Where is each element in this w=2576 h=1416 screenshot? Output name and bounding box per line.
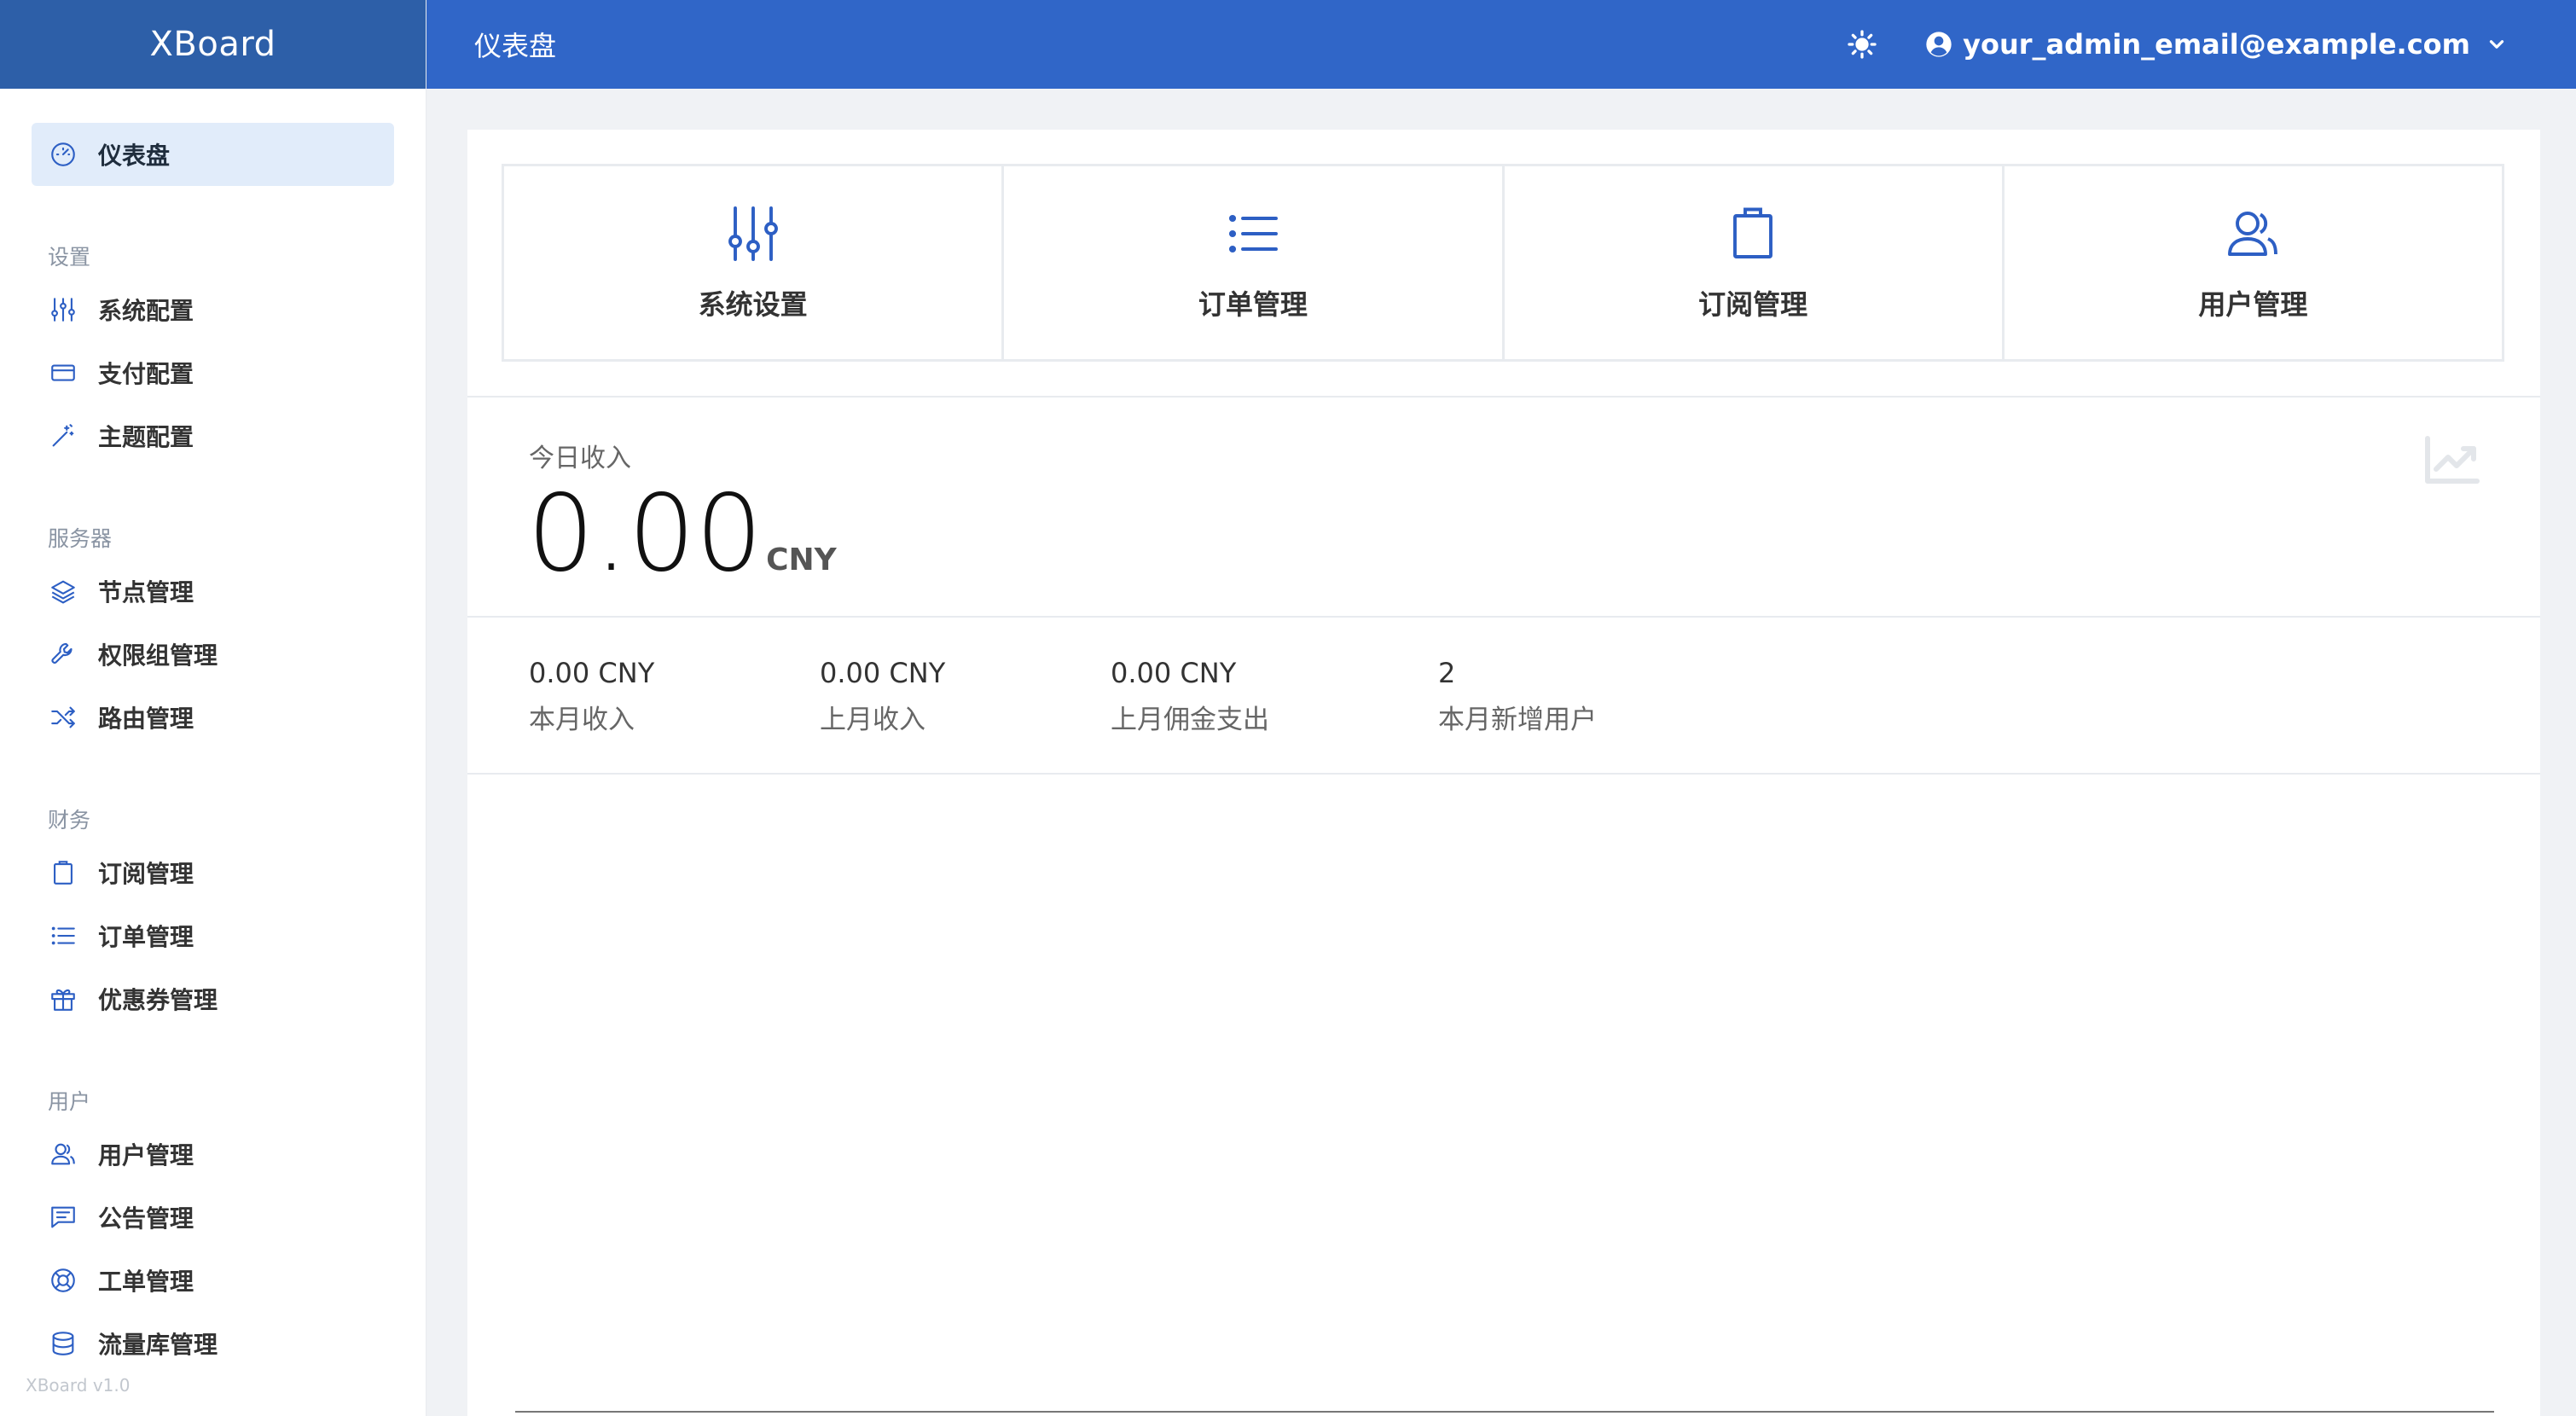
sidebar-item-label: 权限组管理 <box>98 641 218 670</box>
page-title: 仪表盘 <box>474 30 557 62</box>
divider <box>467 773 2540 775</box>
chat-icon <box>49 1203 78 1232</box>
tile-label: 订单管理 <box>1198 288 1308 321</box>
list-icon <box>49 921 78 950</box>
sidebar-item-system-config[interactable]: 系统配置 <box>32 278 394 341</box>
stat-label: 上月收入 <box>820 705 925 735</box>
gift-icon <box>49 984 78 1013</box>
sidebar-item-dashboard[interactable]: 仪表盘 <box>32 123 394 186</box>
tile-label: 用户管理 <box>2198 288 2308 321</box>
sidebar-section-server: 服务器 <box>48 526 113 551</box>
tile-label: 订阅管理 <box>1698 288 1808 321</box>
sidebar-item-label: 仪表盘 <box>98 142 171 170</box>
sidebar-item-permission-groups[interactable]: 权限组管理 <box>32 623 394 686</box>
tile-system-settings[interactable]: 系统设置 <box>504 166 1005 359</box>
stat-value: 2 <box>1438 657 1456 689</box>
sidebar-item-label: 支付配置 <box>98 360 194 388</box>
stat-last-month-commission: 0.00 CNY 上月佣金支出 <box>1111 657 1269 736</box>
sidebar-item-label: 主题配置 <box>98 423 194 451</box>
tile-label: 系统设置 <box>698 288 808 321</box>
sidebar-item-announcements[interactable]: 公告管理 <box>32 1186 394 1249</box>
database-icon <box>49 1329 78 1358</box>
sidebar-item-label: 优惠券管理 <box>98 986 218 1014</box>
stat-new-users: 2 本月新增用户 <box>1438 657 1597 736</box>
user-circle-icon <box>1926 32 1952 57</box>
chevron-down-icon <box>2489 40 2504 49</box>
sidebar-item-users[interactable]: 用户管理 <box>32 1123 394 1186</box>
shuffle-icon <box>49 703 78 732</box>
version-footer: XBoard v1.0 <box>26 1375 131 1396</box>
sidebar-item-label: 订阅管理 <box>98 860 194 888</box>
wrench-icon <box>49 640 78 669</box>
lifebuoy-icon <box>49 1266 78 1295</box>
sidebar-item-label: 订单管理 <box>98 923 194 951</box>
sidebar-section-finance: 财务 <box>48 808 91 833</box>
sidebar-item-coupons[interactable]: 优惠券管理 <box>32 967 394 1030</box>
today-income-number: 0.00 <box>527 473 763 595</box>
sidebar-item-label: 系统配置 <box>98 297 194 325</box>
sidebar-item-label: 公告管理 <box>98 1204 194 1233</box>
sidebar-section-settings: 设置 <box>48 245 91 270</box>
sun-icon[interactable] <box>1847 29 1877 60</box>
sidebar-item-label: 用户管理 <box>98 1141 194 1169</box>
sidebar-item-traffic[interactable]: 流量库管理 <box>32 1312 394 1375</box>
magic-wand-icon <box>49 421 78 450</box>
quick-links: 系统设置 订单管理 订阅管理 用户管理 <box>502 164 2504 362</box>
user-menu[interactable]: your_admin_email@example.com <box>1925 28 2508 61</box>
sliders-icon <box>49 295 78 324</box>
sidebar-item-subscriptions[interactable]: 订阅管理 <box>32 841 394 904</box>
sidebar-nav: 仪表盘 设置 系统配置 支付配置 主题配置 服务器 节点管理 权限组管理 路由管… <box>0 89 426 1375</box>
stat-month-income: 0.00 CNY 本月收入 <box>529 657 654 736</box>
tile-subscriptions[interactable]: 订阅管理 <box>1505 166 2005 359</box>
user-email: your_admin_email@example.com <box>1963 28 2470 61</box>
stat-value: 0.00 CNY <box>1111 657 1237 689</box>
clipboard-icon <box>1733 207 1773 258</box>
clipboard-icon <box>49 858 78 887</box>
tile-orders[interactable]: 订单管理 <box>1004 166 1505 359</box>
stat-last-month-income: 0.00 CNY 上月收入 <box>820 657 945 736</box>
sidebar-item-tickets[interactable]: 工单管理 <box>32 1249 394 1312</box>
stat-value: 0.00 CNY <box>820 657 946 689</box>
divider <box>467 396 2540 398</box>
sidebar: XBoard 仪表盘 设置 系统配置 支付配置 主题配置 服务器 节点管理 权限… <box>0 0 426 1416</box>
sidebar-item-label: 工单管理 <box>98 1268 194 1296</box>
dashboard-icon <box>49 140 78 169</box>
sidebar-item-theme-config[interactable]: 主题配置 <box>32 404 394 467</box>
sidebar-item-routes[interactable]: 路由管理 <box>32 686 394 749</box>
top-header: 仪表盘 your_admin_email@example.com <box>426 0 2576 89</box>
stat-value: 0.00 CNY <box>529 657 655 689</box>
sidebar-section-users: 用户 <box>48 1089 91 1114</box>
sidebar-item-label: 流量库管理 <box>98 1331 218 1359</box>
today-income-value: 0.00 CNY <box>527 481 837 587</box>
credit-card-icon <box>49 358 78 387</box>
layers-icon <box>49 577 78 606</box>
users-icon <box>2228 212 2278 256</box>
sidebar-item-nodes[interactable]: 节点管理 <box>32 560 394 623</box>
today-income-unit: CNY <box>766 543 837 577</box>
tile-users[interactable]: 用户管理 <box>2005 166 2502 359</box>
today-income-label: 今日收入 <box>529 444 631 473</box>
users-icon <box>49 1140 78 1169</box>
stat-label: 本月新增用户 <box>1438 705 1597 735</box>
sidebar-item-payment-config[interactable]: 支付配置 <box>32 341 394 404</box>
sidebar-item-label: 节点管理 <box>98 578 194 606</box>
sidebar-item-label: 路由管理 <box>98 705 194 733</box>
sidebar-item-orders[interactable]: 订单管理 <box>32 904 394 967</box>
divider <box>467 616 2540 618</box>
header-actions: your_admin_email@example.com <box>1847 0 2508 89</box>
trend-chart-icon <box>2425 436 2480 484</box>
list-icon <box>1228 214 1278 253</box>
dashboard-card: 系统设置 订单管理 订阅管理 用户管理 今日收入 0.00 CNY 0.00 C… <box>467 130 2540 1416</box>
chart-axis-line <box>515 1411 2494 1413</box>
stat-label: 本月收入 <box>529 705 635 735</box>
stat-label: 上月佣金支出 <box>1111 705 1269 735</box>
app-logo[interactable]: XBoard <box>0 0 426 89</box>
sliders-icon <box>728 206 778 261</box>
